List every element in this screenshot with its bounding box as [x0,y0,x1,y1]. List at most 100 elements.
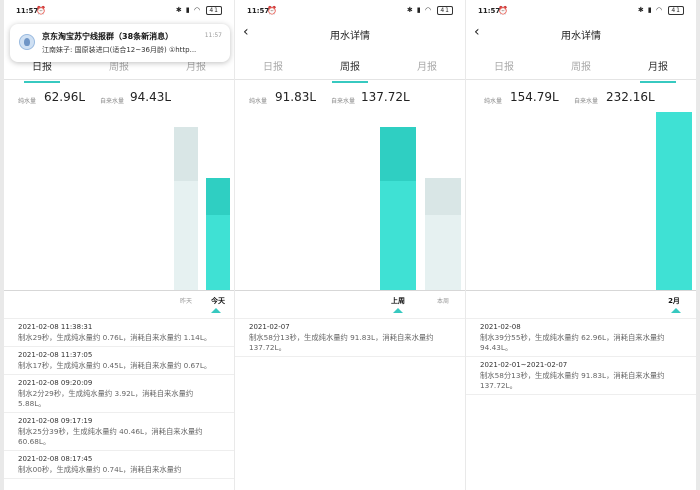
pure-water-segment [656,112,692,290]
pure-water-label: 纯水量 [249,98,268,105]
tab-label: 日报 [263,62,283,73]
signal-icon: ▮ [416,6,422,14]
tab-label: 周报 [109,62,129,73]
record-date: 2021-02-08 09:17:19 [18,417,93,425]
system-icons: ✱ ▮ ◠ 41 [176,6,222,15]
tab-monthly[interactable]: 月报 [628,58,688,83]
tab-label: 日报 [32,62,52,73]
tap-water-segment [425,177,461,216]
app-header: ‹ 用水详情 [466,22,696,46]
tab-underline [332,81,368,83]
pure-water-value: 62.96L [44,90,86,104]
record-date: 2021-02-01~2021-02-07 [480,361,568,369]
screen-monthly: 11:57 ⏰ ✱ ▮ ◠ 41 ‹ 用水详情 日报 周报 月报 纯水量 154… [466,0,696,490]
pure-water-segment [174,181,198,290]
pure-water-label: 纯水量 [484,98,503,105]
tap-water-segment [380,126,416,182]
group-avatar-icon [19,34,35,50]
record-list: 2021-02-08 11:38:31 制水29秒，生成纯水量约 0.76L，消耗… [4,318,234,479]
record-text: 制水25分39秒，生成纯水量约 40.46L，消耗自来水量约 60.68L。 [18,427,203,446]
chart-x-labels: 上周 本周 [235,296,465,310]
chart-x-label: 今天 [211,297,225,305]
tab-daily[interactable]: 日报 [243,58,303,73]
wifi-icon: ◠ [194,6,202,14]
notification-banner[interactable]: 京东淘宝苏宁线报群（38条新消息） 11:57 江南妹子: 国原装进口(适合12… [10,24,230,62]
chart-axis [466,290,696,291]
record-text: 制水58分13秒，生成纯水量约 91.83L，消耗自来水量约 137.72L。 [480,371,665,390]
record-date: 2021-02-08 11:37:05 [18,351,93,359]
list-item: 2021-02-08 09:17:19 制水25分39秒，生成纯水量约 40.46… [4,413,234,451]
pure-water-value: 154.79L [510,90,559,104]
status-time: 11:57 [247,7,270,15]
tab-underline [24,81,60,83]
tap-water-label: 自来水量 [574,98,599,105]
record-text: 制水29秒，生成纯水量约 0.76L，消耗自来水量约 1.14L。 [18,333,212,342]
tab-label: 月报 [648,62,668,73]
chart-bar-上周[interactable] [380,126,416,290]
report-tabs: 日报 周报 月报 [466,48,696,83]
alarm-icon: ⏰ [36,6,46,15]
chart-x-label: 上周 [391,297,405,305]
record-date: 2021-02-08 09:20:09 [18,379,93,387]
system-icons: ✱ ▮ ◠ 41 [407,6,453,15]
tap-water-value: 232.16L [606,90,655,104]
record-date: 2021-02-08 11:38:31 [18,323,93,331]
notification-time: 11:57 [204,32,222,39]
record-date: 2021-02-08 08:17:45 [18,455,93,463]
bluetooth-icon: ✱ [406,6,414,14]
record-text: 制水2分29秒，生成纯水量约 3.92L，消耗自来水量约 5.88L。 [18,389,194,408]
app-header: ‹ 用水详情 [235,22,465,46]
screen-weekly: 11:57 ⏰ ✱ ▮ ◠ 41 ‹ 用水详情 日报 周报 月报 纯水量 91.… [235,0,465,490]
signal-icon: ▮ [185,6,191,14]
tab-weekly[interactable]: 周报 [551,58,611,73]
pure-water-value: 91.83L [275,90,317,104]
tab-underline [640,81,676,83]
chart-axis [235,290,465,291]
pure-water-segment [425,215,461,290]
chart-bar-昨天[interactable] [174,126,198,290]
record-date: 2021-02-07 [249,323,290,331]
system-icons: ✱ ▮ ◠ 41 [638,6,684,15]
selected-marker-icon [393,308,403,313]
usage-bar-chart [4,112,234,292]
chart-bar-2月[interactable] [656,112,692,290]
chart-bar-今天[interactable] [206,177,230,290]
list-item: 2021-02-08 08:17:45 制水00秒，生成纯水量约 0.74L，消耗… [4,451,234,479]
battery-icon: 41 [668,6,684,15]
status-bar: 11:57 ⏰ ✱ ▮ ◠ 41 [4,6,234,18]
record-text: 制水00秒，生成纯水量约 0.74L，消耗自来水量约 [18,465,182,474]
bluetooth-icon: ✱ [175,6,183,14]
tab-label: 周报 [340,62,360,73]
pure-water-segment [206,215,230,290]
signal-icon: ▮ [647,6,653,14]
selected-marker-icon [671,308,681,313]
tap-water-segment [206,177,230,216]
record-list: 2021-02-07 制水58分13秒，生成纯水量约 91.83L，消耗自来水量约… [235,318,465,357]
record-text: 制水58分13秒，生成纯水量约 91.83L，消耗自来水量约 137.72L。 [249,333,434,352]
battery-icon: 41 [437,6,453,15]
tab-weekly[interactable]: 周报 [320,58,380,83]
list-item: 2021-02-08 11:38:31 制水29秒，生成纯水量约 0.76L，消耗… [4,319,234,347]
chart-bar-本周[interactable] [425,177,461,290]
wifi-icon: ◠ [656,6,664,14]
tap-water-segment [174,126,198,182]
status-time: 11:57 [16,7,39,15]
usage-bar-chart [235,112,465,292]
alarm-icon: ⏰ [267,6,277,15]
tap-water-label: 自来水量 [100,98,125,105]
tab-daily[interactable]: 日报 [474,58,534,73]
tab-monthly[interactable]: 月报 [397,58,457,73]
alarm-icon: ⏰ [498,6,508,15]
battery-icon: 41 [206,6,222,15]
usage-summary: 纯水量 62.96L 自来水量 94.43L [4,90,234,110]
notification-message: 江南妹子: 国原装进口(适合12~36月龄) ①http... [42,46,197,54]
usage-summary: 纯水量 154.79L 自来水量 232.16L [466,90,696,110]
selected-marker-icon [211,308,221,313]
list-item: 2021-02-01~2021-02-07 制水58分13秒，生成纯水量约 91.… [466,357,696,395]
report-tabs: 日报 周报 月报 [235,48,465,83]
tab-label: 日报 [494,62,514,73]
screen-daily: 11:57 ⏰ ✱ ▮ ◠ 41 日报 周报 月报 京东淘宝苏宁线报群（38条新… [4,0,234,490]
record-text: 制水39分55秒，生成纯水量约 62.96L，消耗自来水量约 94.43L。 [480,333,665,352]
pure-water-label: 纯水量 [18,98,37,105]
record-text: 制水17秒，生成纯水量约 0.45L，消耗自来水量约 0.67L。 [18,361,212,370]
